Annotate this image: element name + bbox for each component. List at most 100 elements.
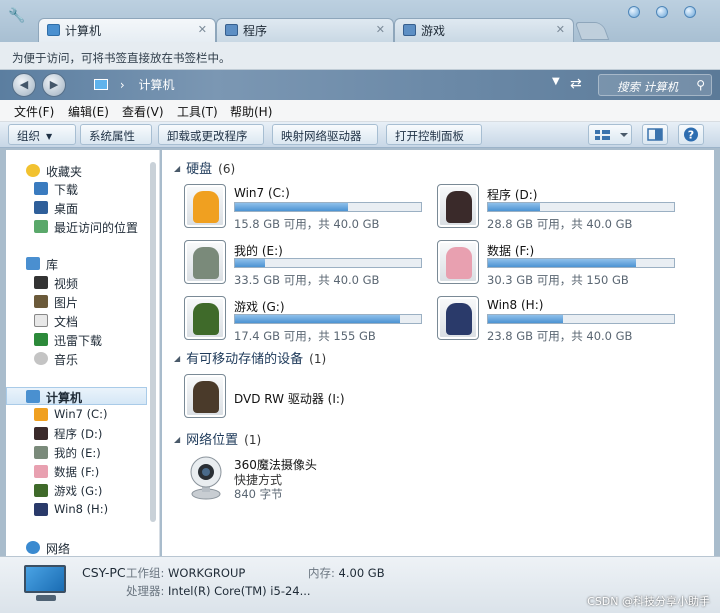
sidebar-item-label: 迅雷下载: [54, 334, 103, 348]
drive-usage-fill: [488, 315, 564, 323]
close-icon[interactable]: ✕: [198, 23, 207, 36]
drive-name: 程序 (D:): [487, 188, 538, 202]
title-bar: 🔧 计算机 ✕ 程序 ✕ 游戏 ✕: [0, 0, 720, 42]
sidebar-header-label: 库: [46, 258, 59, 272]
preview-pane-button[interactable]: [642, 124, 668, 145]
drive-icon: [34, 427, 48, 440]
drive-tile-h[interactable]: Win8 (H:) 23.8 GB 可用，共 40.0 GB: [437, 296, 687, 344]
drive-usage-bar: [234, 314, 422, 324]
command-bar: 组织 ▼ 系统属性 卸载或更改程序 映射网络驱动器 打开控制面板 ?: [0, 122, 720, 148]
organize-button[interactable]: 组织 ▼: [8, 124, 76, 145]
sidebar-scrollbar[interactable]: [150, 162, 156, 522]
maximize-button[interactable]: [656, 6, 668, 18]
refresh-icon[interactable]: ⇄: [570, 76, 582, 92]
svg-text:?: ?: [688, 129, 694, 142]
chevron-down-icon[interactable]: ▼: [552, 76, 560, 87]
search-icon[interactable]: ⚲: [696, 78, 705, 92]
group-network[interactable]: ◢ 网络位置 (1): [174, 429, 261, 448]
tab-computer[interactable]: 计算机 ✕: [38, 18, 216, 42]
content-pane: ◢ 硬盘 (6) Win7 (C:) 15.8 GB 可用，共 40.0 GB 程序…: [162, 150, 714, 556]
watermark: CSDN @科技分享小助手: [587, 595, 710, 608]
system-properties-button[interactable]: 系统属性: [80, 124, 152, 145]
sidebar-item-label: 游戏 (G:): [54, 484, 103, 498]
memory-field: 内存: 4.00 GB: [308, 565, 385, 581]
drive-size: 33.5 GB 可用，共 40.0 GB: [234, 273, 380, 287]
minimize-button[interactable]: [628, 6, 640, 18]
navigation-pane: 收藏夹 下载 桌面 最近访问的位置 库 视频 图片 文档 迅雷下载 音乐 计算机: [6, 150, 160, 556]
tab-games[interactable]: 游戏 ✕: [394, 18, 574, 42]
menu-file[interactable]: 文件(F): [14, 103, 54, 120]
sidebar-item-label: 数据 (F:): [54, 465, 100, 479]
sidebar-computer[interactable]: 计算机: [6, 387, 147, 405]
drive-usage-bar: [487, 202, 675, 212]
back-button[interactable]: ◀: [12, 73, 36, 97]
menu-help[interactable]: 帮助(H): [230, 103, 272, 120]
drive-usage-fill: [488, 203, 541, 211]
collapse-triangle-icon[interactable]: ◢: [174, 354, 180, 363]
processor-label: 处理器:: [126, 584, 165, 598]
drive-tile-f[interactable]: 数据 (F:) 30.3 GB 可用，共 150 GB: [437, 240, 687, 288]
collapse-triangle-icon[interactable]: ◢: [174, 435, 180, 444]
drive-size: 23.8 GB 可用，共 40.0 GB: [487, 329, 633, 343]
folder-icon: [225, 24, 238, 36]
forward-button[interactable]: ▶: [42, 73, 66, 97]
tab-programs[interactable]: 程序 ✕: [216, 18, 394, 42]
menu-view[interactable]: 查看(V): [122, 103, 164, 120]
processor-value: Intel(R) Core(TM) i5-24...: [168, 584, 311, 598]
memory-label: 内存:: [308, 566, 335, 580]
star-icon: [26, 164, 40, 177]
help-button[interactable]: ?: [678, 124, 704, 145]
view-grid-icon: [595, 130, 628, 140]
menu-edit[interactable]: 编辑(E): [68, 103, 109, 120]
picture-icon: [34, 295, 48, 308]
drive-tile-d[interactable]: 程序 (D:) 28.8 GB 可用，共 40.0 GB: [437, 184, 687, 232]
network-location-item[interactable]: 360魔法摄像头 快捷方式 840 字节: [184, 454, 434, 502]
map-drive-button[interactable]: 映射网络驱动器: [272, 124, 378, 145]
sidebar-header-label: 收藏夹: [46, 165, 83, 179]
menu-tools[interactable]: 工具(T): [177, 103, 218, 120]
close-button[interactable]: [684, 6, 696, 18]
sidebar-item-label: 图片: [54, 296, 79, 310]
chevron-down-icon: ▼: [46, 132, 53, 141]
group-title: 网络位置: [186, 433, 239, 448]
group-removable[interactable]: ◢ 有可移动存储的设备 (1): [174, 348, 326, 367]
processor-field: 处理器: Intel(R) Core(TM) i5-24...: [126, 583, 311, 599]
dvd-drive-tile[interactable]: DVD RW 驱动器 (I:): [184, 374, 434, 422]
chevron-right-icon[interactable]: ›: [120, 78, 125, 92]
search-input[interactable]: 搜索 计算机 ⚲: [598, 74, 712, 96]
sidebar-item-label: 文档: [54, 315, 79, 329]
sidebar-header-label: 计算机: [46, 391, 83, 405]
pc-name: CSY-PC: [82, 565, 126, 580]
wrench-icon[interactable]: 🔧: [8, 8, 26, 26]
close-icon[interactable]: ✕: [556, 23, 565, 36]
sidebar-item-label: 我的 (E:): [54, 446, 101, 460]
collapse-triangle-icon[interactable]: ◢: [174, 164, 180, 173]
drive-tile-c[interactable]: Win7 (C:) 15.8 GB 可用，共 40.0 GB: [184, 184, 434, 232]
bookmark-hint-bar: 为便于访问，可将书签直接放在书签栏中。: [0, 42, 720, 70]
close-icon[interactable]: ✕: [376, 23, 385, 36]
tab-label: 游戏: [421, 24, 446, 38]
sidebar-item-label: Win7 (C:): [54, 407, 108, 421]
computer-icon: [47, 24, 60, 36]
control-panel-button[interactable]: 打开控制面板: [386, 124, 482, 145]
drive-icon: [34, 408, 48, 421]
breadcrumb[interactable]: › 计算机: [94, 74, 174, 96]
sidebar-item-label: 下载: [54, 183, 79, 197]
drive-tile-g[interactable]: 游戏 (G:) 17.4 GB 可用，共 155 GB: [184, 296, 434, 344]
drive-icon: [184, 184, 226, 228]
breadcrumb-item[interactable]: 计算机: [138, 78, 174, 92]
sidebar-item-label: Win8 (H:): [54, 502, 109, 516]
group-hard-disks[interactable]: ◢ 硬盘 (6): [174, 158, 235, 177]
video-icon: [34, 276, 48, 289]
view-options-button[interactable]: [588, 124, 632, 145]
computer-icon: [26, 390, 40, 403]
drive-icon: [184, 240, 226, 284]
download-icon: [34, 182, 48, 195]
drive-icon: [437, 240, 479, 284]
drive-icon: [437, 296, 479, 340]
uninstall-button[interactable]: 卸载或更改程序: [158, 124, 264, 145]
computer-icon: [94, 79, 108, 90]
drive-tile-e[interactable]: 我的 (E:) 33.5 GB 可用，共 40.0 GB: [184, 240, 434, 288]
music-icon: [34, 352, 48, 365]
new-tab-button[interactable]: [574, 22, 610, 40]
